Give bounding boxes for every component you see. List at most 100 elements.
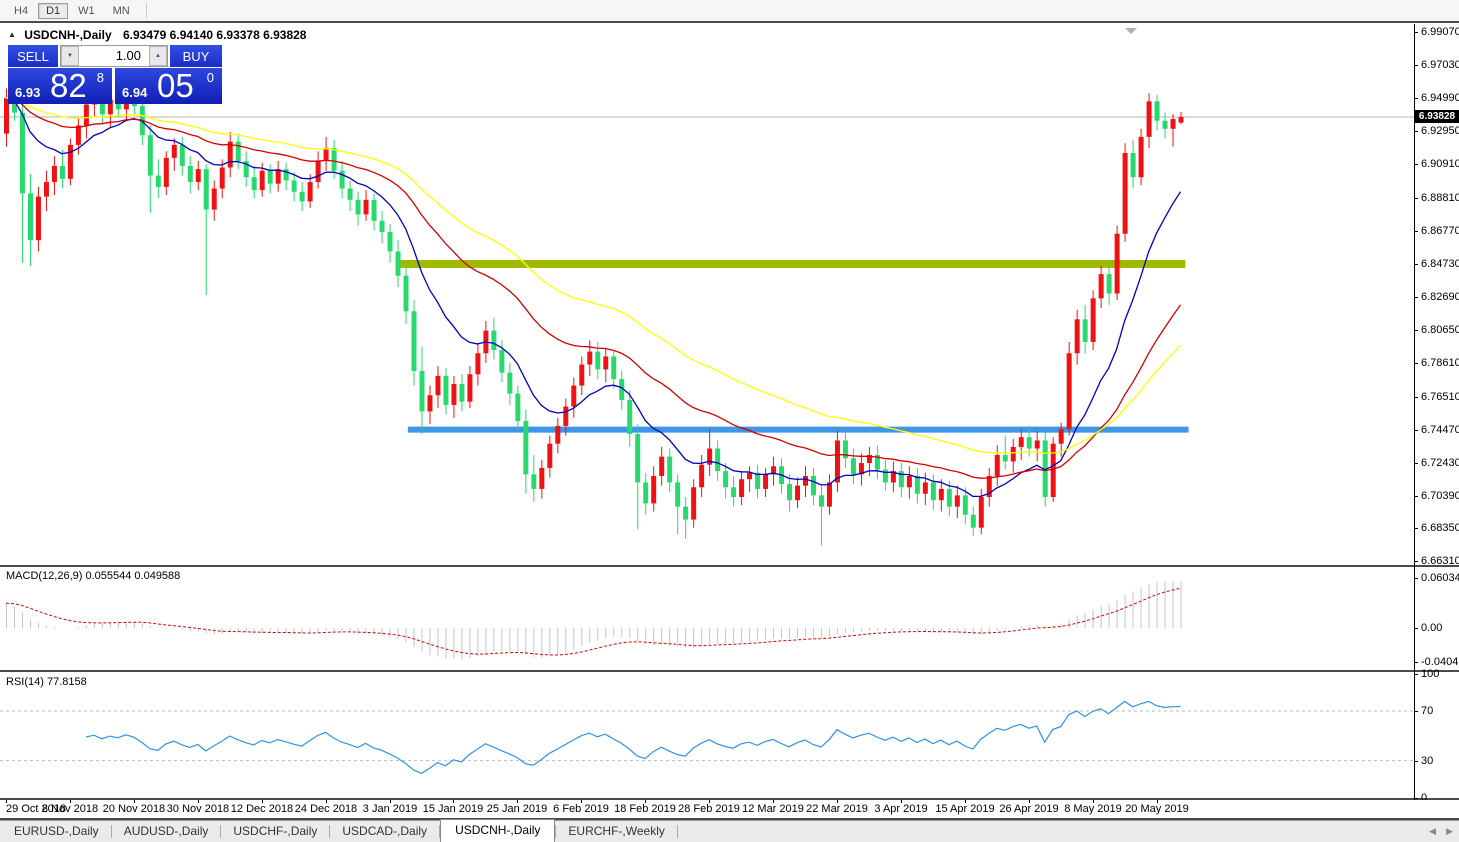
tab-scroll-arrows: ◀ ▶: [1429, 826, 1453, 837]
chart-shift-marker-icon[interactable]: [1125, 28, 1137, 34]
tab-scroll-right-button[interactable]: ▶: [1446, 826, 1453, 837]
candle-body: [35, 196, 41, 241]
macd-axis-label: 0.00: [1421, 622, 1443, 634]
volume-input[interactable]: 1.00: [79, 46, 149, 66]
candle-body: [1122, 152, 1128, 234]
rsi-pane[interactable]: [0, 672, 1414, 798]
chart-symbol-label: USDCNH-,Daily: [24, 28, 112, 42]
candle-body: [427, 395, 433, 412]
candle-body: [19, 112, 25, 194]
candle-body: [675, 482, 681, 507]
rsi-line: [85, 700, 1181, 775]
candle-body: [691, 487, 697, 520]
macd-indicator-label: MACD(12,26,9) 0.055544 0.049588: [6, 570, 181, 582]
sell-price-prefix: 6.93: [15, 85, 41, 100]
candle-body: [387, 232, 393, 252]
candle-body: [43, 182, 49, 197]
candle-body: [459, 383, 465, 402]
rsi-axis-tick: [1414, 798, 1418, 799]
buy-price-display[interactable]: 6.94 05 0: [115, 67, 222, 104]
rsi-axis-label: 30: [1421, 755, 1434, 767]
tab-eurchf-weekly[interactable]: EURCHF-,Weekly: [556, 821, 676, 842]
price-axis-label: 6.80650: [1421, 324, 1459, 336]
candle-body: [347, 188, 353, 200]
candle-body: [227, 141, 233, 168]
candle-body: [51, 165, 57, 183]
candle-body: [723, 471, 729, 488]
toolbar-separator: [145, 3, 147, 18]
down-arrow-icon: ▼: [67, 53, 73, 59]
buy-button[interactable]: BUY: [170, 45, 222, 67]
tab-scroll-left-button[interactable]: ◀: [1429, 826, 1436, 837]
candle-body: [1106, 274, 1112, 294]
price-axis-tick: [1414, 561, 1418, 562]
candle-body: [1146, 101, 1152, 137]
candle-body: [1050, 443, 1056, 497]
timeframe-button-h4[interactable]: H4: [6, 3, 36, 19]
candle-body: [515, 393, 521, 422]
tab-divider: [676, 825, 678, 838]
tab-eurusd-daily[interactable]: EURUSD-,Daily: [2, 821, 111, 842]
candle-body: [195, 169, 201, 183]
price-axis-label: 6.72430: [1421, 457, 1459, 469]
tab-usdcnh-daily[interactable]: USDCNH-,Daily: [440, 819, 556, 842]
price-axis-tick: [1414, 297, 1418, 298]
macd-pane[interactable]: [0, 567, 1414, 670]
date-axis[interactable]: 29 Oct 2018 8 Nov 2018 20 Nov 2018 30 Nov 2…: [0, 800, 1459, 818]
candle-body: [834, 440, 840, 483]
price-axis-tick: [1414, 363, 1418, 364]
up-arrow-icon: ▲: [155, 53, 161, 59]
candle-body: [970, 514, 976, 528]
price-axis-tick: [1414, 164, 1418, 165]
price-axis-tick: [1414, 463, 1418, 464]
date-axis-label: 15 Jan 2019: [422, 803, 484, 815]
candle-body: [275, 169, 281, 184]
timeframe-toolbar: H4 D1 W1 MN: [0, 0, 1459, 21]
application-window: H4 D1 W1 MN ▲ USDCNH-,Daily 6.93479 6.94140…: [0, 0, 1459, 842]
candle-body: [978, 496, 984, 528]
tab-usdcad-daily[interactable]: USDCAD-,Daily: [330, 821, 439, 842]
volume-increase-button[interactable]: ▲: [149, 46, 167, 66]
tab-usdchf-daily[interactable]: USDCHF-,Daily: [221, 821, 329, 842]
price-axis-tick: [1414, 32, 1418, 33]
current-price-tag: 6.93828: [1415, 110, 1459, 123]
candle-body: [643, 482, 649, 504]
price-axis-label: 6.78610: [1421, 357, 1459, 369]
candle-body: [882, 469, 888, 483]
candle-body: [1090, 298, 1096, 342]
candle-body: [171, 144, 177, 158]
price-axis-tick: [1414, 330, 1418, 331]
timeframe-button-d1[interactable]: D1: [38, 2, 69, 19]
volume-decrease-button[interactable]: ▼: [61, 46, 79, 66]
collapse-trade-panel-icon[interactable]: ▲: [8, 30, 16, 39]
date-axis-label: 3 Jan 2019: [362, 803, 418, 815]
price-axis-label: 6.97030: [1421, 59, 1459, 71]
candle-body: [1026, 437, 1032, 449]
candle-body: [355, 199, 361, 215]
price-axis[interactable]: 6.99070 6.97030 6.94990 6.92950 6.90910 6.888…: [1414, 0, 1459, 820]
date-axis-label: 30 Nov 2018: [166, 803, 230, 815]
candle-body: [323, 148, 329, 162]
candle-body: [795, 485, 801, 501]
candle-body: [595, 351, 601, 370]
price-axis-label: 6.66310: [1421, 555, 1459, 567]
timeframe-button-mn[interactable]: MN: [105, 3, 138, 19]
tab-audusd-daily[interactable]: AUDUSD-,Daily: [112, 821, 221, 842]
candle-body: [83, 104, 89, 126]
candle-body: [523, 421, 529, 475]
sell-button[interactable]: SELL: [8, 45, 58, 67]
candle-body: [803, 475, 808, 486]
resistance-line[interactable]: [397, 259, 1186, 268]
timeframe-button-w1[interactable]: W1: [70, 3, 103, 19]
candle-body: [307, 182, 313, 202]
chart-title: ▲ USDCNH-,Daily 6.93479 6.94140 6.93378 …: [8, 28, 306, 42]
candle-body: [555, 425, 561, 444]
price-axis-label: 6.76510: [1421, 391, 1459, 403]
sell-price-display[interactable]: 6.93 82 8: [8, 67, 112, 104]
candle-body: [930, 482, 936, 501]
candle-body: [435, 375, 441, 396]
price-chart-pane[interactable]: [0, 24, 1414, 565]
macd-signal-line: [5, 587, 1181, 656]
candle-body: [922, 482, 928, 494]
candle-body: [363, 199, 369, 215]
